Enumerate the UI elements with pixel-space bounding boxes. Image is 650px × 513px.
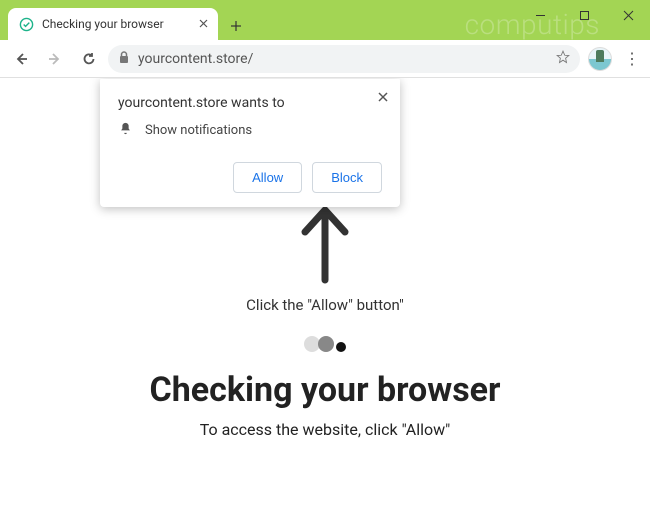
instruction-text: Click the "Allow" button" [246,296,404,314]
page-content: Click the "Allow" button" Checking your … [0,78,650,513]
profile-button[interactable] [588,47,612,71]
url-text: yourcontent.store/ [138,51,548,67]
checkmark-circle-icon [19,17,34,32]
forward-button[interactable] [40,44,70,74]
reload-icon [81,51,97,67]
popup-close-button[interactable] [378,89,388,105]
window-maximize-button[interactable] [562,0,606,30]
bookmark-button[interactable] [556,50,570,68]
permission-item-label: Show notifications [145,123,252,138]
close-icon [378,92,388,102]
tab-favicon [18,16,34,32]
arrow-right-icon [47,51,63,67]
window-close-button[interactable] [606,0,650,30]
more-menu-button[interactable]: ⋮ [620,49,644,68]
close-icon [623,10,634,21]
close-icon [199,19,208,28]
lock-icon [118,51,130,67]
page-subheading: To access the website, click "Allow" [200,420,451,439]
notification-permission-popup: yourcontent.store wants to Show notifica… [100,79,400,207]
new-tab-button[interactable] [222,12,250,40]
tab-close-button[interactable] [199,17,208,31]
allow-button[interactable]: Allow [233,162,302,193]
maximize-icon [579,10,590,21]
bell-icon [118,121,133,140]
permission-origin-text: yourcontent.store wants to [118,95,382,111]
permission-buttons: Allow Block [118,162,382,193]
star-icon [556,50,570,64]
loading-dot [336,342,346,352]
block-button[interactable]: Block [312,162,382,193]
page-heading: Checking your browser [150,370,501,410]
loading-indicator [304,336,346,352]
loading-dot [318,336,334,352]
minimize-icon [535,10,546,21]
plus-icon [230,20,242,32]
browser-tab[interactable]: Checking your browser [8,8,218,40]
tab-title: Checking your browser [42,17,191,31]
window-minimize-button[interactable] [518,0,562,30]
window-controls [518,0,650,30]
back-button[interactable] [6,44,36,74]
arrow-up-icon [295,198,355,288]
browser-toolbar: yourcontent.store/ ⋮ [0,40,650,78]
more-vertical-icon: ⋮ [624,49,640,68]
reload-button[interactable] [74,44,104,74]
permission-item-row: Show notifications [118,121,382,140]
arrow-left-icon [13,51,29,67]
address-bar[interactable]: yourcontent.store/ [108,45,580,73]
